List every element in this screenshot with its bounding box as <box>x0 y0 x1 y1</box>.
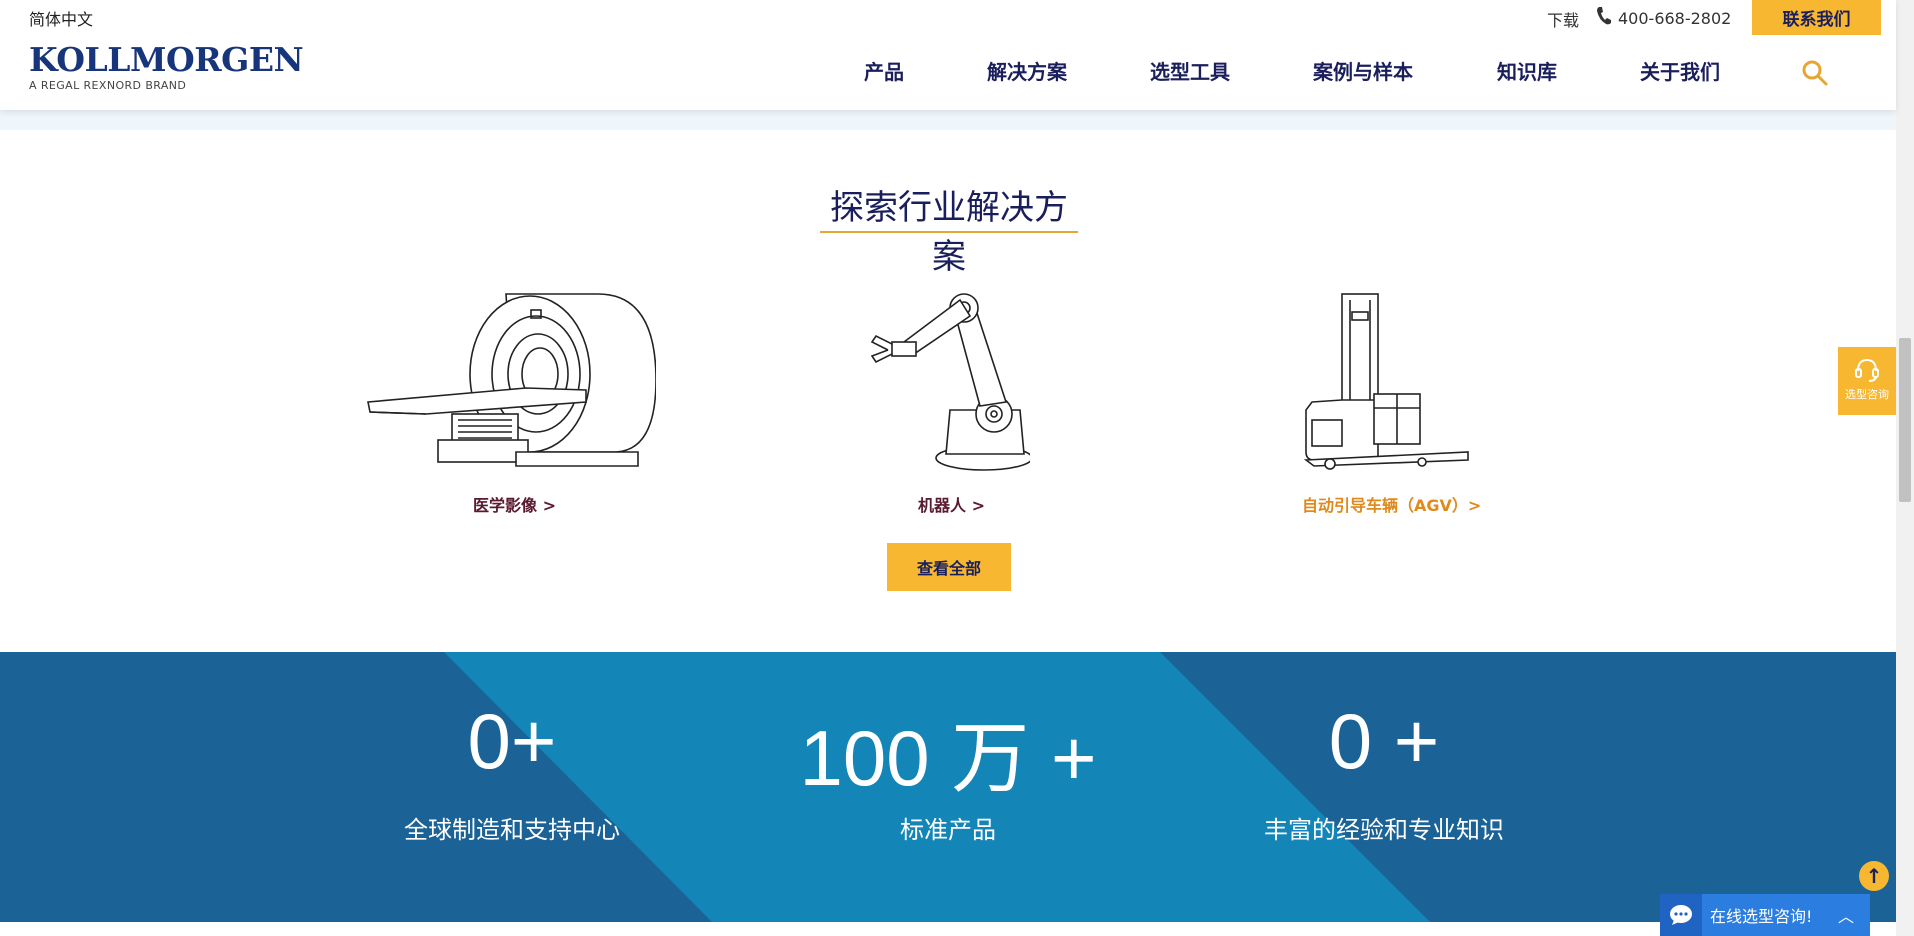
brand-logo[interactable]: KOLLMORGEN A REGAL REXNORD BRAND <box>29 40 304 93</box>
agv-illustration[interactable] <box>1302 290 1472 476</box>
card-label-agv[interactable]: 自动引导车辆（AGV）> <box>1302 492 1481 516</box>
download-link[interactable]: 下载 <box>1547 7 1579 31</box>
nav-products[interactable]: 产品 <box>864 56 904 85</box>
stat-label: 丰富的经验和专业知识 <box>1264 816 1504 844</box>
medical-imaging-illustration[interactable] <box>366 290 657 476</box>
nav-cases-samples[interactable]: 案例与样本 <box>1313 56 1413 85</box>
hero-bottom-strip <box>0 110 1896 130</box>
stat-number: 100 万 + <box>799 714 1097 802</box>
nav-knowledge-base[interactable]: 知识库 <box>1497 56 1557 85</box>
stat-label: 全球制造和支持中心 <box>404 816 620 844</box>
language-switcher[interactable]: 简体中文 <box>29 6 93 30</box>
stat-number: 0 + <box>1328 697 1440 785</box>
stat-number: 0+ <box>467 697 557 785</box>
phone-number: 400-668-2802 <box>1618 8 1732 28</box>
view-all-button[interactable]: 查看全部 <box>887 543 1011 591</box>
card-label-medical-imaging[interactable]: 医学影像 > <box>473 492 556 516</box>
site-header: 简体中文 KOLLMORGEN A REGAL REXNORD BRAND 下载… <box>0 0 1896 110</box>
robot-arm-illustration[interactable] <box>870 290 1033 476</box>
title-underline <box>820 231 1078 233</box>
phone-icon <box>1596 6 1612 30</box>
card-label-robotics[interactable]: 机器人 > <box>918 492 985 516</box>
online-chat-bar[interactable]: 在线选型咨询! ︿ <box>1660 894 1870 936</box>
nav-solutions[interactable]: 解决方案 <box>987 56 1067 85</box>
stat-label: 标准产品 <box>900 816 996 844</box>
search-icon[interactable] <box>1801 59 1829 91</box>
headset-icon <box>1838 355 1896 386</box>
back-to-top-button[interactable]: ↑ <box>1859 861 1889 891</box>
stats-band: 0+ 全球制造和支持中心 100 万 + 标准产品 0 + 丰富的经验和专业知识 <box>0 652 1896 922</box>
consult-label: 选型咨询 <box>1845 388 1889 401</box>
scrollbar-thumb[interactable] <box>1899 338 1911 502</box>
contact-us-button[interactable]: 联系我们 <box>1752 0 1881 35</box>
selection-consult-widget[interactable]: 选型咨询 <box>1838 347 1896 415</box>
chat-bubble-icon <box>1660 894 1702 936</box>
chat-label: 在线选型咨询! <box>1710 907 1813 926</box>
phone-link[interactable]: 400-668-2802 <box>1596 6 1731 30</box>
logo-wordmark: KOLLMORGEN <box>29 40 304 79</box>
section-title: 探索行业解决方案 <box>830 188 1068 277</box>
nav-about-us[interactable]: 关于我们 <box>1640 56 1720 85</box>
nav-selection-tools[interactable]: 选型工具 <box>1150 56 1230 85</box>
arrow-up-icon: ↑ <box>1865 864 1883 888</box>
chevron-up-icon[interactable]: ︿ <box>1838 903 1854 927</box>
logo-tagline: A REGAL REXNORD BRAND <box>29 79 187 92</box>
